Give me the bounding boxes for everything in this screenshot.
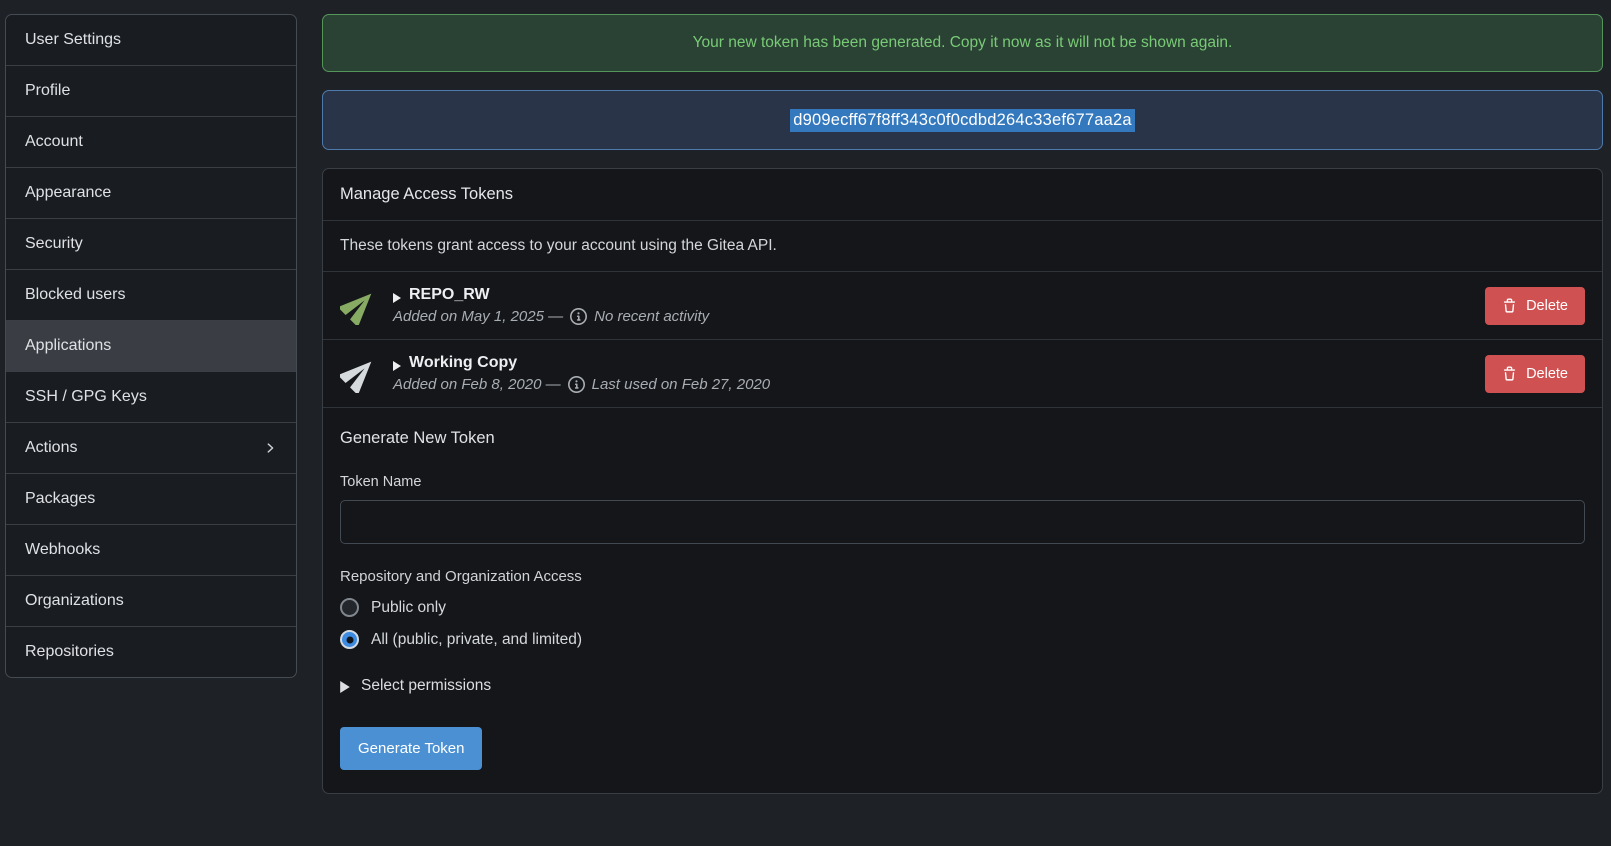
generate-token-button[interactable]: Generate Token	[340, 727, 482, 770]
delete-button-label: Delete	[1526, 298, 1568, 314]
token-expand-toggle[interactable]: REPO_RW	[393, 286, 1470, 304]
sidebar-item-label: Applications	[25, 337, 111, 355]
sidebar-item-label: Account	[25, 133, 83, 151]
delete-token-button[interactable]: Delete	[1485, 287, 1585, 325]
main-content: Your new token has been generated. Copy …	[322, 14, 1603, 794]
sidebar-item-label: Webhooks	[25, 541, 100, 559]
page: User Settings Profile Account Appearance…	[0, 0, 1611, 808]
radio-option-all[interactable]: All (public, private, and limited)	[340, 630, 1585, 649]
token-name-input[interactable]	[340, 500, 1585, 544]
sidebar-item-appearance[interactable]: Appearance	[6, 168, 296, 219]
token-meta: Added on Feb 8, 2020 — Last used on Feb …	[393, 376, 1470, 393]
token-row: Working Copy Added on Feb 8, 2020 — Last…	[323, 340, 1602, 408]
info-icon	[570, 308, 587, 325]
token-activity: Last used on Feb 27, 2020	[592, 376, 770, 393]
info-icon	[568, 376, 585, 393]
repo-org-access-label: Repository and Organization Access	[340, 568, 1585, 585]
paper-plane-icon	[340, 287, 378, 325]
select-permissions-label: Select permissions	[361, 677, 491, 695]
trash-icon	[1502, 366, 1517, 382]
radio-label: All (public, private, and limited)	[371, 631, 582, 649]
token-name-label: Token Name	[340, 474, 1585, 490]
form-section-title: Generate New Token	[340, 429, 1585, 448]
token-expand-toggle[interactable]: Working Copy	[393, 354, 1470, 372]
token-activity: No recent activity	[594, 308, 709, 325]
sidebar-item-label: Organizations	[25, 592, 124, 610]
expand-triangle-icon	[393, 290, 401, 300]
sidebar-title-user-settings: User Settings	[6, 15, 296, 66]
radio-label: Public only	[371, 599, 446, 617]
token-added-date: Added on Feb 8, 2020 —	[393, 376, 561, 393]
new-token-display-box: d909ecff67f8ff343c0f0cdbd264c33ef677aa2a	[322, 90, 1603, 150]
banner-message: Your new token has been generated. Copy …	[693, 34, 1233, 52]
manage-access-tokens-panel: Manage Access Tokens These tokens grant …	[322, 168, 1603, 794]
token-row: REPO_RW Added on May 1, 2025 — No recent…	[323, 272, 1602, 340]
panel-title: Manage Access Tokens	[323, 169, 1602, 221]
delete-token-button[interactable]: Delete	[1485, 355, 1585, 393]
sidebar-item-security[interactable]: Security	[6, 219, 296, 270]
sidebar-item-account[interactable]: Account	[6, 117, 296, 168]
sidebar-item-label: Security	[25, 235, 83, 253]
sidebar-title-label: User Settings	[25, 31, 121, 49]
token-name: REPO_RW	[409, 286, 490, 304]
settings-sidebar: User Settings Profile Account Appearance…	[5, 14, 297, 678]
radio-icon[interactable]	[340, 630, 359, 649]
token-meta: Added on May 1, 2025 — No recent activit…	[393, 308, 1470, 325]
sidebar-item-actions[interactable]: Actions	[6, 423, 296, 474]
expand-triangle-icon	[393, 358, 401, 368]
token-name: Working Copy	[409, 354, 517, 372]
panel-description: These tokens grant access to your accoun…	[323, 221, 1602, 272]
sidebar-item-ssh-gpg-keys[interactable]: SSH / GPG Keys	[6, 372, 296, 423]
sidebar-item-repositories[interactable]: Repositories	[6, 627, 296, 677]
sidebar-item-label: Packages	[25, 490, 95, 508]
sidebar-item-label: Profile	[25, 82, 70, 100]
sidebar-item-label: Actions	[25, 439, 77, 457]
sidebar-item-applications[interactable]: Applications	[6, 321, 296, 372]
token-generated-banner: Your new token has been generated. Copy …	[322, 14, 1603, 72]
sidebar-item-blocked-users[interactable]: Blocked users	[6, 270, 296, 321]
token-info: REPO_RW Added on May 1, 2025 — No recent…	[393, 286, 1470, 325]
new-token-value[interactable]: d909ecff67f8ff343c0f0cdbd264c33ef677aa2a	[790, 109, 1135, 132]
delete-button-label: Delete	[1526, 366, 1568, 382]
select-permissions-toggle[interactable]: Select permissions	[340, 677, 1585, 695]
sidebar-item-label: Repositories	[25, 643, 114, 661]
chevron-right-icon	[263, 441, 277, 455]
token-info: Working Copy Added on Feb 8, 2020 — Last…	[393, 354, 1470, 393]
sidebar-item-organizations[interactable]: Organizations	[6, 576, 296, 627]
sidebar-item-profile[interactable]: Profile	[6, 66, 296, 117]
sidebar-item-webhooks[interactable]: Webhooks	[6, 525, 296, 576]
expand-triangle-icon	[340, 680, 350, 692]
trash-icon	[1502, 298, 1517, 314]
sidebar-item-packages[interactable]: Packages	[6, 474, 296, 525]
paper-plane-icon	[340, 355, 378, 393]
sidebar-item-label: SSH / GPG Keys	[25, 388, 147, 406]
radio-option-public-only[interactable]: Public only	[340, 598, 1585, 617]
generate-token-form: Generate New Token Token Name Repository…	[323, 408, 1602, 793]
sidebar-item-label: Blocked users	[25, 286, 126, 304]
token-added-date: Added on May 1, 2025 —	[393, 308, 563, 325]
radio-icon[interactable]	[340, 598, 359, 617]
sidebar-item-label: Appearance	[25, 184, 111, 202]
